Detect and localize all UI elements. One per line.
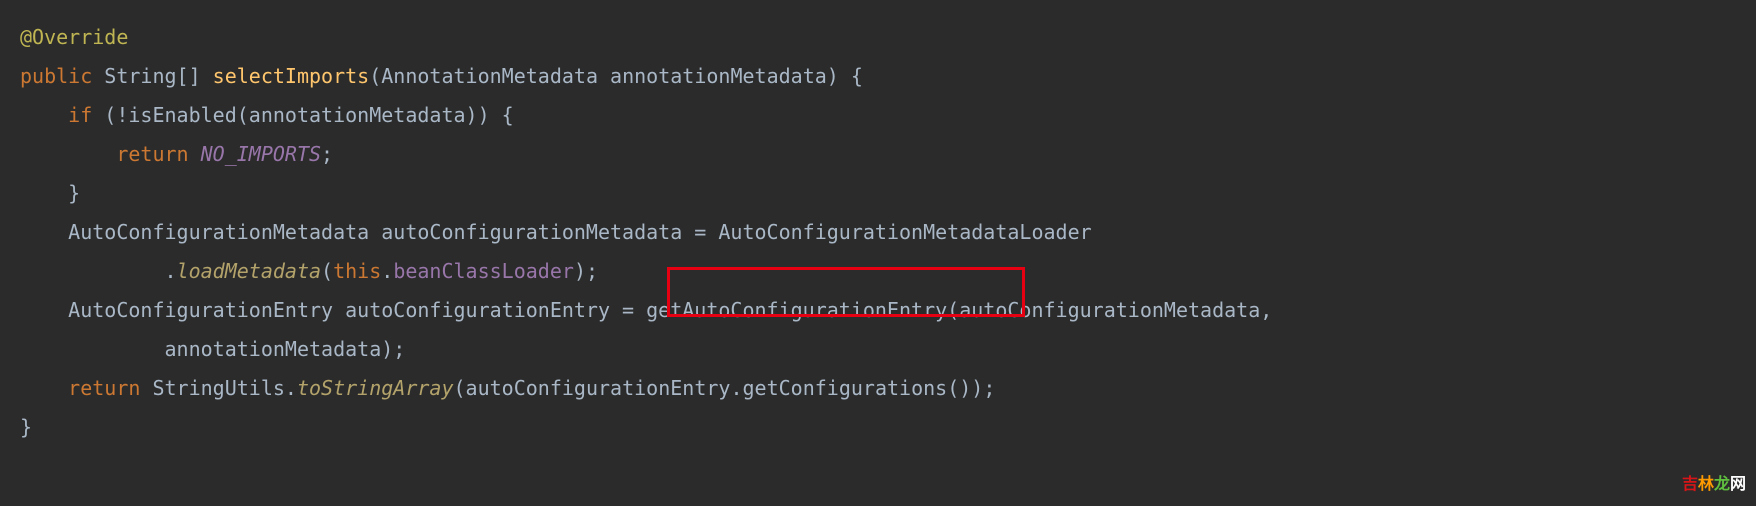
params-selectimports: (AnnotationMetadata annotationMetadata) …: [369, 64, 863, 88]
dot: .: [165, 259, 177, 283]
code-line-8: AutoConfigurationEntry autoConfiguration…: [20, 298, 1272, 322]
code-line-10: return StringUtils.toStringArray(autoCon…: [20, 376, 995, 400]
stmt-autoconfigmetadata: AutoConfigurationMetadata autoConfigurat…: [68, 220, 1092, 244]
arg-annotationmetadata: annotationMetadata);: [165, 337, 406, 361]
indent: [20, 259, 165, 283]
stmt-entry-lhs: AutoConfigurationEntry autoConfiguration…: [68, 298, 646, 322]
class-stringutils: StringUtils.: [152, 376, 297, 400]
code-line-3: if (!isEnabled(annotationMetadata)) {: [20, 103, 514, 127]
semicolon: ;: [321, 142, 333, 166]
space: [140, 376, 152, 400]
close-paren-semi: );: [574, 259, 598, 283]
watermark: 吉林龙网: [1682, 469, 1746, 500]
call-loadmetadata: loadMetadata: [177, 259, 322, 283]
code-line-4: return NO_IMPORTS;: [20, 142, 333, 166]
keyword-if: if: [68, 103, 92, 127]
arg-autoconfigmetadata: autoConfigurationMetadata,: [959, 298, 1272, 322]
indent: [20, 298, 68, 322]
code-line-11: }: [20, 415, 32, 439]
close-brace: }: [20, 415, 32, 439]
indent: [20, 103, 68, 127]
keyword-return: return: [68, 376, 140, 400]
code-line-1: @Override: [20, 25, 128, 49]
indent: [20, 337, 165, 361]
code-line-6: AutoConfigurationMetadata autoConfigurat…: [20, 220, 1092, 244]
code-line-5: }: [20, 181, 80, 205]
code-block: @Override public String[] selectImports(…: [0, 0, 1756, 465]
indent: [20, 181, 68, 205]
keyword-return: return: [116, 142, 188, 166]
watermark-char-3: 龙: [1714, 476, 1730, 493]
field-beanclassloader: beanClassLoader: [393, 259, 574, 283]
watermark-char-1: 吉: [1682, 476, 1698, 493]
method-selectimports: selectImports: [213, 64, 370, 88]
space: [189, 142, 201, 166]
watermark-char-4: 网: [1730, 476, 1746, 493]
code-line-7: .loadMetadata(this.beanClassLoader);: [20, 259, 598, 283]
call-tostringarray: toStringArray: [297, 376, 454, 400]
close-brace: }: [68, 181, 80, 205]
indent: [20, 220, 68, 244]
open-paren: (: [321, 259, 333, 283]
code-line-2: public String[] selectImports(Annotation…: [20, 64, 863, 88]
type-string-array: String[]: [92, 64, 212, 88]
indent: [20, 142, 116, 166]
annotation-override: @Override: [20, 25, 128, 49]
code-line-9: annotationMetadata);: [20, 337, 405, 361]
constant-no-imports: NO_IMPORTS: [201, 142, 321, 166]
if-condition: (!isEnabled(annotationMetadata)) {: [92, 103, 513, 127]
keyword-this: this: [333, 259, 381, 283]
keyword-public: public: [20, 64, 92, 88]
watermark-char-2: 林: [1698, 476, 1714, 493]
call-getautoconfigurationentry: getAutoConfigurationEntry(: [646, 298, 959, 322]
dot: .: [381, 259, 393, 283]
args-tostringarray: (autoConfigurationEntry.getConfiguration…: [454, 376, 996, 400]
indent: [20, 376, 68, 400]
